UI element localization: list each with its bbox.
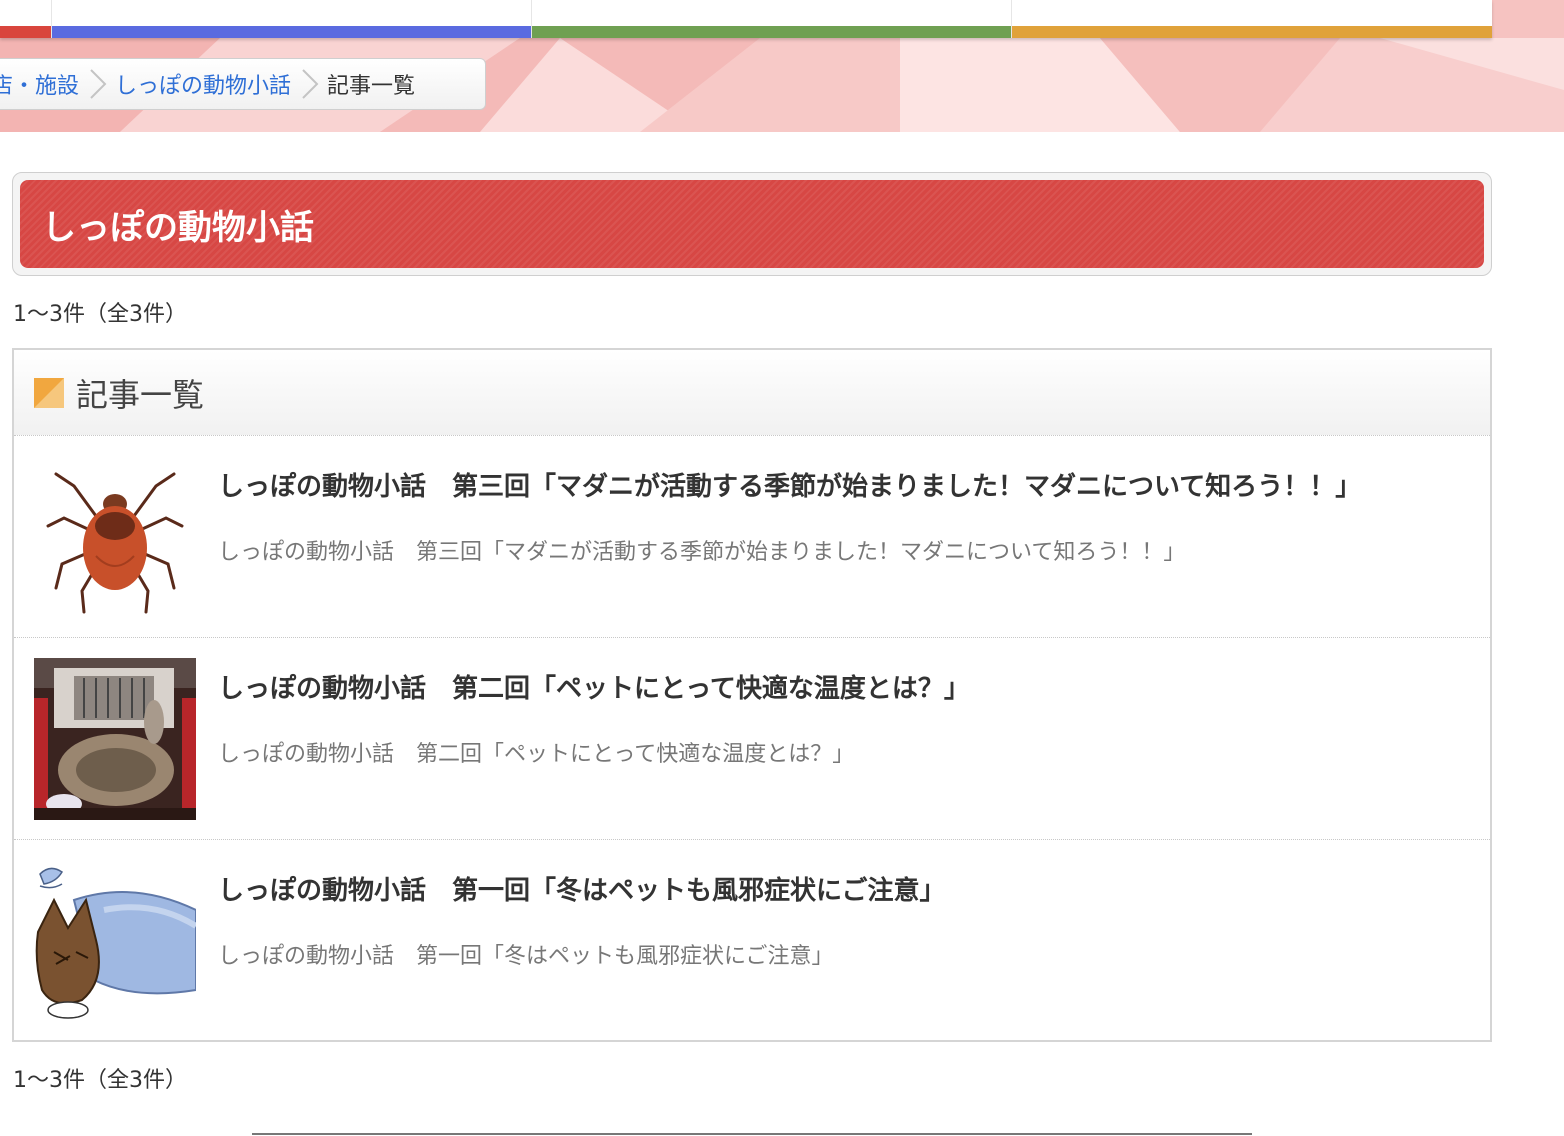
article-title[interactable]: しっぽの動物小話 第二回「ペットにとって快適な温度とは？」 [218,668,970,705]
article-summary: しっぽの動物小話 第二回「ペットにとって快適な温度とは？」 [218,742,855,767]
breadcrumb-item-column[interactable]: しっぽの動物小話 [115,68,291,100]
footer-divider [252,1133,1252,1135]
article-list: 記事一覧 しっぽの動物小話 第三回「マダニが活動する季節が始まりました！マダニに… [12,348,1492,1042]
breadcrumb-item-shop[interactable]: 店・施設 [0,68,79,100]
breadcrumb-item-current: 記事一覧 [327,74,416,99]
nav-tab-bar [0,26,51,38]
nav-tab-green[interactable] [532,0,1012,38]
chevron-right-icon [90,69,107,99]
breadcrumb: 店・施設 しっぽの動物小話 記事一覧 [0,58,486,110]
list-item[interactable]: しっぽの動物小話 第一回「冬はペットも風邪症状にご注意」 しっぽの動物小話 第一… [14,840,1490,1042]
result-count-bottom: 1〜3件（全3件） [13,1068,187,1093]
article-list-header: 記事一覧 [14,350,1490,436]
article-summary: しっぽの動物小話 第三回「マダニが活動する季節が始まりました！マダニについて知ろ… [218,540,1186,565]
nav-tab-bar [1012,26,1492,38]
article-list-title: 記事一覧 [76,375,205,414]
header-banner: 店・施設 しっぽの動物小話 記事一覧 [0,0,1564,132]
tick-thumbnail[interactable] [34,456,196,618]
nav-tab-bar [52,26,531,38]
sick-cat-thumbnail[interactable] [34,860,196,1022]
nav-tab-blue[interactable] [52,0,532,38]
nav-tab-bar [532,26,1011,38]
orange-square-icon [34,377,64,408]
top-nav [0,0,1492,38]
page-title: しっぽの動物小話 [20,180,1484,268]
list-item[interactable]: しっぽの動物小話 第二回「ペットにとって快適な温度とは？」 しっぽの動物小話 第… [14,638,1490,840]
article-title[interactable]: しっぽの動物小話 第三回「マダニが活動する季節が始まりました！マダニについて知ろ… [218,466,1361,503]
article-summary: しっぽの動物小話 第一回「冬はペットも風邪症状にご注意」 [218,944,834,969]
nav-tab-orange[interactable] [1012,0,1492,38]
page-title-box: しっぽの動物小話 [12,172,1492,276]
pet-carrier-thumbnail[interactable] [34,658,196,820]
nav-tab-red[interactable] [0,0,52,38]
chevron-right-icon [302,69,319,99]
list-item[interactable]: しっぽの動物小話 第三回「マダニが活動する季節が始まりました！マダニについて知ろ… [14,436,1490,638]
article-title[interactable]: しっぽの動物小話 第一回「冬はペットも風邪症状にご注意」 [218,870,945,907]
result-count-top: 1〜3件（全3件） [13,302,187,327]
